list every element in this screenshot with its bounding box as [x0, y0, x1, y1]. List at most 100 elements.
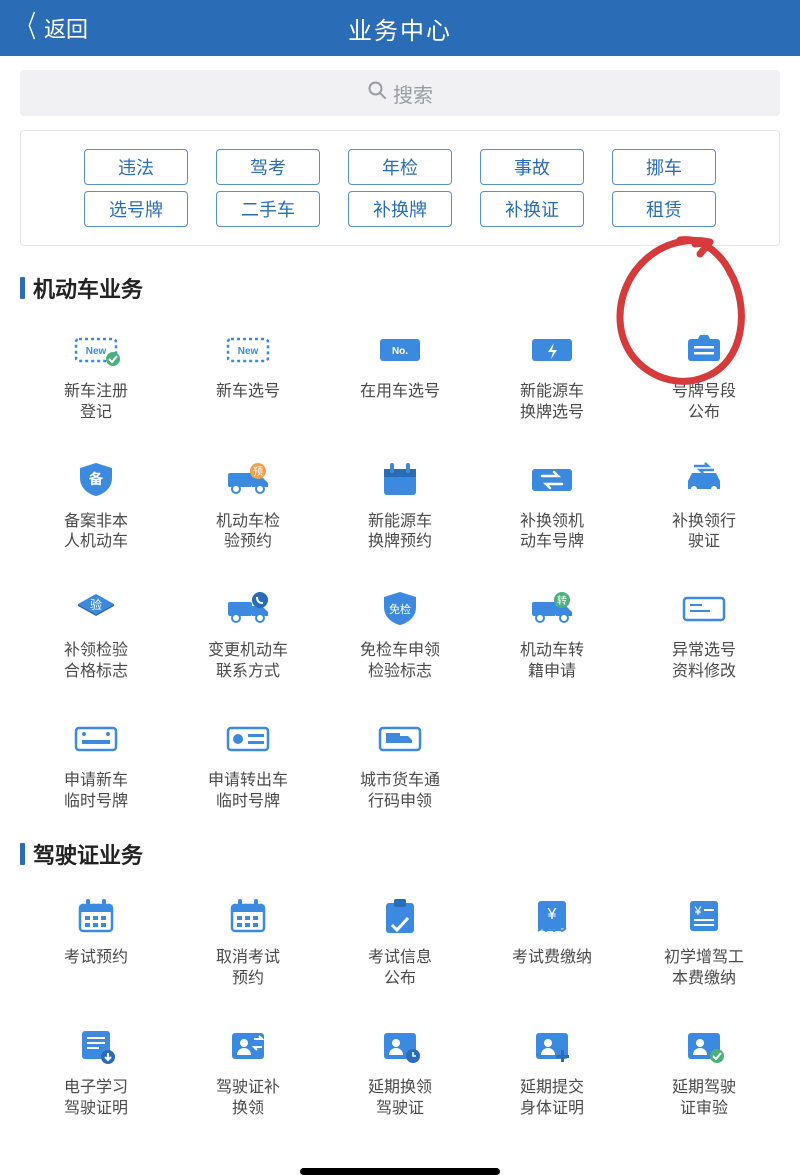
- service-item-label: 变更机动车 联系方式: [208, 641, 288, 683]
- service-item[interactable]: 延期驾驶 证审验: [628, 1020, 780, 1120]
- section-vehicle: 机动车业务 新车注册 登记 新车选号 在用车选号新能源车 换牌选号号牌号段 公布备案…: [20, 272, 780, 812]
- service-item[interactable]: 延期换领 驾驶证: [324, 1020, 476, 1120]
- service-item-label: 申请转出车 临时号牌: [208, 771, 288, 813]
- service-item[interactable]: 申请转出车 临时号牌: [172, 713, 324, 813]
- service-item[interactable]: 城市货车通 行码申领: [324, 713, 476, 813]
- person-swap-icon: [223, 1020, 273, 1070]
- service-item-label: 考试信息 公布: [368, 948, 432, 990]
- service-item-label: 取消考试 预约: [216, 948, 280, 990]
- service-item-label: 新车注册 登记: [64, 382, 128, 424]
- quick-tag[interactable]: 二手车: [216, 191, 320, 227]
- quick-tag[interactable]: 选号牌: [84, 191, 188, 227]
- truck-phone-icon: [223, 583, 273, 633]
- service-item-label: 考试预约: [64, 948, 128, 988]
- shield-mianjian-icon: [375, 583, 425, 633]
- service-item-label: 延期换领 驾驶证: [368, 1078, 432, 1120]
- service-item[interactable]: 申请新车 临时号牌: [20, 713, 172, 813]
- service-item-label: 城市货车通 行码申领: [360, 771, 440, 813]
- service-item-label: 机动车转 籍申请: [520, 641, 584, 683]
- service-item-label: 备案非本 人机动车: [64, 512, 128, 554]
- service-item[interactable]: 初学增驾工 本费缴纳: [628, 890, 780, 990]
- quick-tag[interactable]: 补换证: [480, 191, 584, 227]
- quick-tag[interactable]: 年检: [348, 149, 452, 185]
- plate-new-icon: [223, 324, 273, 374]
- plate-swap-icon: [527, 454, 577, 504]
- service-item[interactable]: 号牌号段 公布: [628, 324, 780, 424]
- bill-list-icon: [679, 890, 729, 940]
- vehicle-grid: 新车注册 登记 新车选号 在用车选号新能源车 换牌选号号牌号段 公布备案非本 人机动…: [20, 324, 780, 812]
- service-item[interactable]: 新车选号: [172, 324, 324, 424]
- plate-outline-icon: [679, 583, 729, 633]
- service-item[interactable]: 补换领行 驶证: [628, 454, 780, 554]
- quick-tags: 违法驾考年检事故挪车 选号牌二手车补换牌补换证租赁: [20, 130, 780, 246]
- bill-icon: [527, 890, 577, 940]
- plate-publish-icon: [679, 324, 729, 374]
- quick-tag[interactable]: 租赁: [612, 191, 716, 227]
- back-button[interactable]: 〈 返回: [12, 12, 88, 44]
- plate-no-icon: [375, 324, 425, 374]
- back-label: 返回: [44, 12, 88, 44]
- service-item[interactable]: 备案非本 人机动车: [20, 454, 172, 554]
- service-item[interactable]: 考试费缴纳: [476, 890, 628, 990]
- service-item[interactable]: 取消考试 预约: [172, 890, 324, 990]
- service-item[interactable]: 新车注册 登记: [20, 324, 172, 424]
- service-item[interactable]: 免检车申领 检验标志: [324, 583, 476, 683]
- service-item[interactable]: 考试预约: [20, 890, 172, 990]
- plate-new-check-icon: [71, 324, 121, 374]
- service-item[interactable]: 新能源车 换牌选号: [476, 324, 628, 424]
- service-item-label: 补换领机 动车号牌: [520, 512, 584, 554]
- service-item-label: 考试费缴纳: [512, 948, 592, 988]
- section-bar-icon: [20, 843, 25, 865]
- service-item[interactable]: 考试信息 公布: [324, 890, 476, 990]
- quick-tag[interactable]: 补换牌: [348, 191, 452, 227]
- service-item-label: 在用车选号: [360, 382, 440, 422]
- shield-yan-icon: [71, 583, 121, 633]
- service-item-label: 异常选号 资料修改: [672, 641, 736, 683]
- truck-zhuan-icon: [527, 583, 577, 633]
- service-item[interactable]: 驾驶证补 换领: [172, 1020, 324, 1120]
- quick-tag[interactable]: 违法: [84, 149, 188, 185]
- service-item[interactable]: 延期提交 身体证明: [476, 1020, 628, 1120]
- quick-tag[interactable]: 驾考: [216, 149, 320, 185]
- quick-tag[interactable]: 事故: [480, 149, 584, 185]
- service-item[interactable]: 电子学习 驾驶证明: [20, 1020, 172, 1120]
- search-input[interactable]: 搜索: [20, 70, 780, 116]
- service-item-label: 补领检验 合格标志: [64, 641, 128, 683]
- service-item-label: 新能源车 换牌预约: [368, 512, 432, 554]
- service-item[interactable]: 补领检验 合格标志: [20, 583, 172, 683]
- service-item-label: 延期驾驶 证审验: [672, 1078, 736, 1120]
- service-item[interactable]: 补换领机 动车号牌: [476, 454, 628, 554]
- service-item-label: 号牌号段 公布: [672, 382, 736, 424]
- section-title: 机动车业务: [20, 272, 780, 304]
- service-item[interactable]: 机动车转 籍申请: [476, 583, 628, 683]
- quick-tag[interactable]: 挪车: [612, 149, 716, 185]
- service-item-label: 延期提交 身体证明: [520, 1078, 584, 1120]
- calendar-blank-icon: [375, 454, 425, 504]
- person-clock-icon: [375, 1020, 425, 1070]
- service-item-label: 机动车检 验预约: [216, 512, 280, 554]
- section-bar-icon: [20, 277, 25, 299]
- section-license: 驾驶证业务 考试预约 取消考试 预约 考试信息 公布 考试费缴纳 初学增驾工 本费缴纳电…: [20, 838, 780, 1119]
- service-item[interactable]: 异常选号 资料修改: [628, 583, 780, 683]
- plate-dots-icon: [71, 713, 121, 763]
- service-item-label: 初学增驾工 本费缴纳: [664, 948, 744, 990]
- service-item-label: 补换领行 驶证: [672, 512, 736, 554]
- shield-bei-icon: [71, 454, 121, 504]
- section-title: 驾驶证业务: [20, 838, 780, 870]
- service-item[interactable]: 变更机动车 联系方式: [172, 583, 324, 683]
- page-title: 业务中心: [348, 11, 452, 46]
- car-swap-icon: [679, 454, 729, 504]
- section-title-text: 机动车业务: [33, 272, 143, 304]
- service-item[interactable]: 在用车选号: [324, 324, 476, 424]
- doc-down-icon: [71, 1020, 121, 1070]
- service-item-label: 申请新车 临时号牌: [64, 771, 128, 813]
- calendar-grid-icon: [71, 890, 121, 940]
- license-grid: 考试预约 取消考试 预约 考试信息 公布 考试费缴纳 初学增驾工 本费缴纳电子学习 驾驶…: [20, 890, 780, 1119]
- service-item-label: 驾驶证补 换领: [216, 1078, 280, 1120]
- clipboard-icon: [375, 890, 425, 940]
- service-item-label: 电子学习 驾驶证明: [64, 1078, 128, 1120]
- service-item[interactable]: 机动车检 验预约: [172, 454, 324, 554]
- service-item[interactable]: 新能源车 换牌预约: [324, 454, 476, 554]
- person-check-icon: [679, 1020, 729, 1070]
- service-item-label: 新车选号: [216, 382, 280, 422]
